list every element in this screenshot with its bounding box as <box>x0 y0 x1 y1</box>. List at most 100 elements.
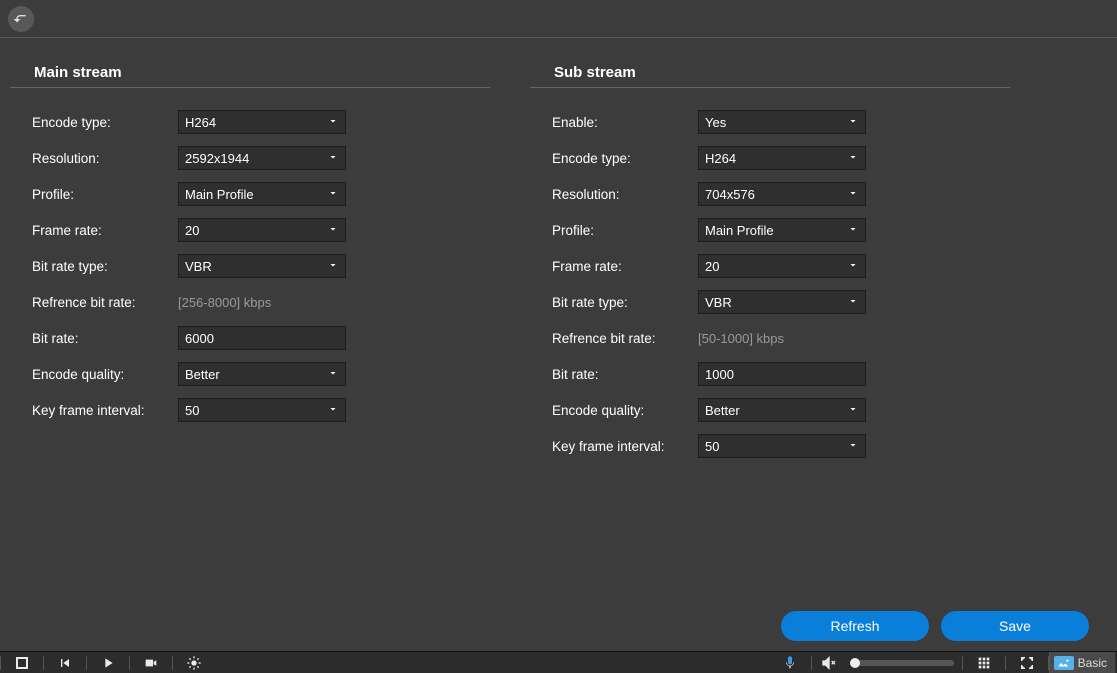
sub-stream-title: Sub stream <box>530 58 1010 88</box>
sub-stream-column: Sub stream Enable: Yes Encode type: H264… <box>530 58 1010 464</box>
sub-profile-select[interactable]: Main Profile <box>698 218 866 242</box>
bottom-bar: Basic <box>0 651 1117 673</box>
label-keyframe: Key frame interval: <box>530 439 698 454</box>
label-ref-bitrate: Refrence bit rate: <box>530 331 698 346</box>
label-resolution: Resolution: <box>10 151 178 166</box>
sub-enable-value: Yes <box>705 115 726 130</box>
speaker-mute-icon <box>821 655 837 671</box>
main-encode-type-value: H264 <box>185 115 216 130</box>
main-bitrate-input-wrap <box>178 326 346 350</box>
chevron-down-icon <box>327 403 339 418</box>
main-keyframe-select[interactable]: 50 <box>178 398 346 422</box>
label-frame-rate: Frame rate: <box>530 259 698 274</box>
chevron-down-icon <box>327 259 339 274</box>
sub-encode-type-value: H264 <box>705 151 736 166</box>
chevron-down-icon <box>847 115 859 130</box>
brightness-icon <box>186 655 202 671</box>
label-encode-quality: Encode quality: <box>530 403 698 418</box>
main-frame-rate-select[interactable]: 20 <box>178 218 346 242</box>
main-profile-select[interactable]: Main Profile <box>178 182 346 206</box>
button-row: Refresh Save <box>781 611 1089 641</box>
mic-icon <box>782 655 798 671</box>
sub-enable-select[interactable]: Yes <box>698 110 866 134</box>
mic-button[interactable] <box>769 652 811 673</box>
chevron-down-icon <box>847 403 859 418</box>
main-keyframe-value: 50 <box>185 403 199 418</box>
label-bitrate: Bit rate: <box>530 367 698 382</box>
main-profile-value: Main Profile <box>185 187 254 202</box>
label-bitrate-type: Bit rate type: <box>10 259 178 274</box>
picture-icon <box>1054 656 1074 670</box>
sub-encode-quality-select[interactable]: Better <box>698 398 866 422</box>
chevron-down-icon <box>327 115 339 130</box>
label-encode-type: Encode type: <box>10 115 178 130</box>
main-frame-rate-value: 20 <box>185 223 199 238</box>
main-stream-column: Main stream Encode type: H264 Resolution… <box>10 58 490 464</box>
label-enable: Enable: <box>530 115 698 130</box>
sub-frame-rate-value: 20 <box>705 259 719 274</box>
mute-button[interactable] <box>812 652 846 673</box>
chevron-down-icon <box>847 151 859 166</box>
sub-bitrate-input-wrap <box>698 362 866 386</box>
sub-keyframe-select[interactable]: 50 <box>698 434 866 458</box>
sub-frame-rate-select[interactable]: 20 <box>698 254 866 278</box>
chevron-down-icon <box>847 295 859 310</box>
main-encode-quality-select[interactable]: Better <box>178 362 346 386</box>
label-encode-quality: Encode quality: <box>10 367 178 382</box>
sub-keyframe-value: 50 <box>705 439 719 454</box>
save-button[interactable]: Save <box>941 611 1089 641</box>
top-bar <box>0 0 1117 38</box>
main-resolution-select[interactable]: 2592x1944 <box>178 146 346 170</box>
play-icon <box>100 655 116 671</box>
main-encode-type-select[interactable]: H264 <box>178 110 346 134</box>
brightness-button[interactable] <box>173 652 215 673</box>
label-ref-bitrate: Refrence bit rate: <box>10 295 178 310</box>
chevron-down-icon <box>847 259 859 274</box>
refresh-button[interactable]: Refresh <box>781 611 929 641</box>
basic-mode-button[interactable]: Basic <box>1049 652 1115 673</box>
stop-button[interactable] <box>1 652 43 673</box>
label-encode-type: Encode type: <box>530 151 698 166</box>
chevron-down-icon <box>327 187 339 202</box>
record-button[interactable] <box>130 652 172 673</box>
skip-prev-icon <box>57 655 73 671</box>
label-keyframe: Key frame interval: <box>10 403 178 418</box>
fullscreen-button[interactable] <box>1006 652 1048 673</box>
camera-icon <box>143 655 159 671</box>
chevron-down-icon <box>327 367 339 382</box>
sub-bitrate-input[interactable] <box>705 367 859 382</box>
sub-bitrate-type-value: VBR <box>705 295 732 310</box>
main-stream-title: Main stream <box>10 58 490 88</box>
volume-slider[interactable] <box>850 660 954 666</box>
grid-icon <box>976 655 992 671</box>
sub-bitrate-type-select[interactable]: VBR <box>698 290 866 314</box>
grid-button[interactable] <box>963 652 1005 673</box>
label-bitrate: Bit rate: <box>10 331 178 346</box>
prev-button[interactable] <box>44 652 86 673</box>
chevron-down-icon <box>847 439 859 454</box>
sub-encode-type-select[interactable]: H264 <box>698 146 866 170</box>
basic-mode-label: Basic <box>1078 656 1107 670</box>
main-bitrate-input[interactable] <box>185 331 339 346</box>
main-ref-bitrate-hint: [256-8000] kbps <box>178 295 271 310</box>
sub-resolution-value: 704x576 <box>705 187 755 202</box>
volume-knob[interactable] <box>850 658 860 668</box>
sub-resolution-select[interactable]: 704x576 <box>698 182 866 206</box>
label-profile: Profile: <box>10 187 178 202</box>
main-encode-quality-value: Better <box>185 367 220 382</box>
content-area: Main stream Encode type: H264 Resolution… <box>0 38 1117 474</box>
label-resolution: Resolution: <box>530 187 698 202</box>
label-bitrate-type: Bit rate type: <box>530 295 698 310</box>
fullscreen-icon <box>1019 655 1035 671</box>
main-bitrate-type-value: VBR <box>185 259 212 274</box>
label-profile: Profile: <box>530 223 698 238</box>
chevron-down-icon <box>327 151 339 166</box>
play-button[interactable] <box>87 652 129 673</box>
main-bitrate-type-select[interactable]: VBR <box>178 254 346 278</box>
chevron-down-icon <box>847 223 859 238</box>
chevron-down-icon <box>847 187 859 202</box>
label-frame-rate: Frame rate: <box>10 223 178 238</box>
back-button[interactable] <box>8 6 34 32</box>
sub-ref-bitrate-hint: [50-1000] kbps <box>698 331 784 346</box>
sub-encode-quality-value: Better <box>705 403 740 418</box>
